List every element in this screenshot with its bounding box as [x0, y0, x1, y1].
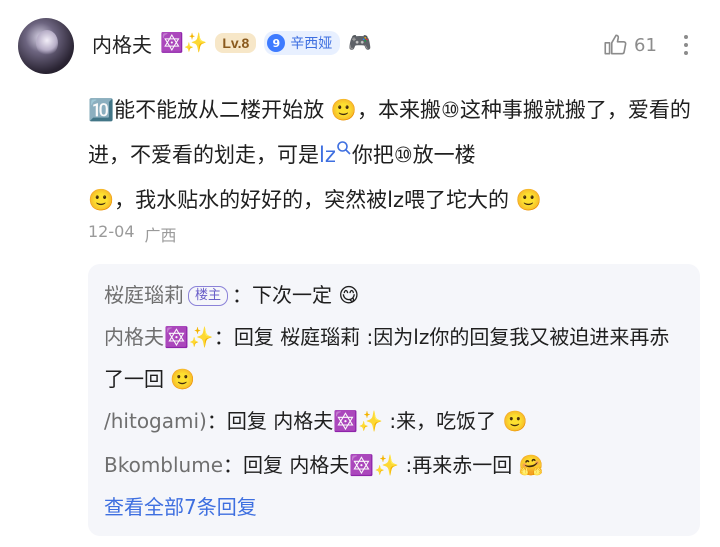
comment-text-3: 你把⑩放一楼	[351, 143, 476, 167]
comment-body: 🔟能不能放从二楼开始放 🙂，本来搬⑩这种事搬就搬了，爱看的进，不爱看的划走，可是…	[88, 88, 698, 223]
reply-item[interactable]: 桜庭瑙莉 楼主 ：下次一定 😋	[104, 274, 688, 316]
fan-badge-number: 9	[267, 34, 286, 52]
reply-item[interactable]: 内格夫🔯✨：回复 桜庭瑙莉 :因为lz你的回复我又被迫进来再赤了一回 🙂	[104, 316, 688, 400]
username[interactable]: 内格夫	[92, 29, 152, 58]
reply-author[interactable]: 内格夫🔯✨	[104, 325, 214, 349]
yum-emoji: 😋	[338, 283, 360, 307]
hug-emoji: 🤗	[518, 453, 544, 477]
lz-link-text: lz	[319, 143, 336, 167]
reply-separator: ：	[213, 325, 234, 349]
thumbs-up-icon	[604, 34, 627, 55]
comment-header: 内格夫 🔯✨ Lv.8 9 辛西娅 🎮	[92, 28, 372, 58]
view-all-replies-link[interactable]: 查看全部7条回复	[104, 490, 257, 524]
fan-badge-name: 辛西娅	[290, 36, 333, 52]
owner-tag: 楼主	[188, 286, 229, 306]
extra-badge-emoji: 🎮	[348, 31, 372, 54]
more-options-button[interactable]	[676, 32, 696, 62]
reply-author[interactable]: 桜庭瑙莉	[104, 283, 184, 307]
replies-panel: 桜庭瑙莉 楼主 ：下次一定 😋 内格夫🔯✨：回复 桜庭瑙莉 :因为lz你的回复我又被…	[88, 264, 700, 536]
reply-separator: ：	[232, 283, 253, 307]
keycap-ten-emoji: 🔟	[88, 98, 115, 122]
smile-emoji: 🙂	[515, 188, 542, 212]
reply-separator: ：	[223, 453, 244, 477]
reply-text: 下次一定	[252, 283, 333, 307]
more-vertical-icon	[684, 35, 688, 55]
like-button[interactable]: 61	[602, 32, 657, 58]
comment-text-1: 能不能放从二楼开始放	[114, 98, 325, 122]
comment-meta: 12-04 广西	[88, 222, 177, 246]
reply-separator: ：	[206, 409, 227, 433]
reply-text: 回复 内格夫🔯✨ :来，吃饭了	[226, 409, 497, 433]
reply-text: 回复 内格夫🔯✨ :再来赤一回	[243, 453, 513, 477]
smile-emoji: 🙂	[170, 367, 196, 391]
smile-emoji: 🙂	[88, 188, 115, 212]
lz-search-link[interactable]: lz	[319, 141, 352, 167]
reply-item[interactable]: Bkomblume：回复 内格夫🔯✨ :再来赤一回 🤗	[104, 444, 688, 486]
like-count: 61	[634, 34, 657, 56]
comment-text-4: ，我水贴水的好好的，突然被lz喂了坨大的	[114, 188, 510, 212]
smile-emoji: 🙂	[330, 98, 357, 122]
comment-location: 广西	[144, 226, 177, 245]
search-icon	[337, 141, 351, 155]
fan-badge[interactable]: 9 辛西娅	[264, 31, 341, 55]
username-emojis: 🔯✨	[160, 31, 208, 54]
level-badge: Lv.8	[215, 33, 257, 53]
reply-author[interactable]: /hitogami)	[104, 409, 207, 433]
avatar[interactable]	[18, 18, 74, 74]
smile-emoji: 🙂	[502, 409, 528, 433]
reply-item[interactable]: /hitogami)：回复 内格夫🔯✨ :来，吃饭了 🙂	[104, 400, 688, 442]
comment-date: 12-04	[88, 222, 135, 241]
reply-author[interactable]: Bkomblume	[104, 453, 223, 477]
